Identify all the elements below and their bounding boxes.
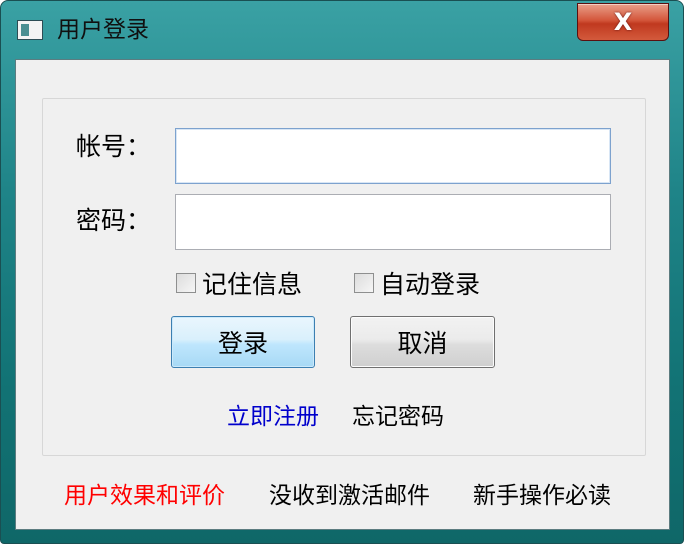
cancel-button[interactable]: 取消 (350, 316, 495, 368)
forgot-password-link[interactable]: 忘记密码 (352, 402, 444, 432)
remember-checkbox[interactable] (176, 273, 196, 293)
remember-checkbox-row[interactable]: 记住信息 (176, 266, 302, 300)
window-app-icon (17, 20, 43, 40)
close-icon: X (613, 8, 633, 36)
remember-label: 记住信息 (202, 270, 303, 299)
dialog-client-area: 帐号： 密码： 记住信息 自动登录 登录 取消 立即注册 忘记密码 用户效果和评… (15, 59, 670, 530)
account-input[interactable] (175, 128, 611, 184)
no-activation-email-link[interactable]: 没收到激活邮件 (269, 481, 430, 511)
password-input[interactable] (175, 194, 611, 250)
password-label: 密码： (76, 206, 152, 235)
login-window: 用户登录 X 帐号： 密码： 记住信息 自动登录 登录 取消 立即注册 忘记密码… (0, 0, 684, 544)
title-bar[interactable]: 用户登录 X (1, 1, 683, 59)
autologin-checkbox-row[interactable]: 自动登录 (354, 266, 480, 300)
login-button[interactable]: 登录 (171, 316, 315, 368)
beginner-guide-link[interactable]: 新手操作必读 (473, 481, 611, 511)
reviews-link[interactable]: 用户效果和评价 (64, 481, 225, 511)
autologin-label: 自动登录 (380, 270, 481, 299)
register-link[interactable]: 立即注册 (227, 402, 319, 432)
window-title: 用户登录 (57, 17, 149, 43)
account-label: 帐号： (76, 132, 152, 161)
close-button[interactable]: X (577, 3, 669, 41)
autologin-checkbox[interactable] (354, 273, 374, 293)
